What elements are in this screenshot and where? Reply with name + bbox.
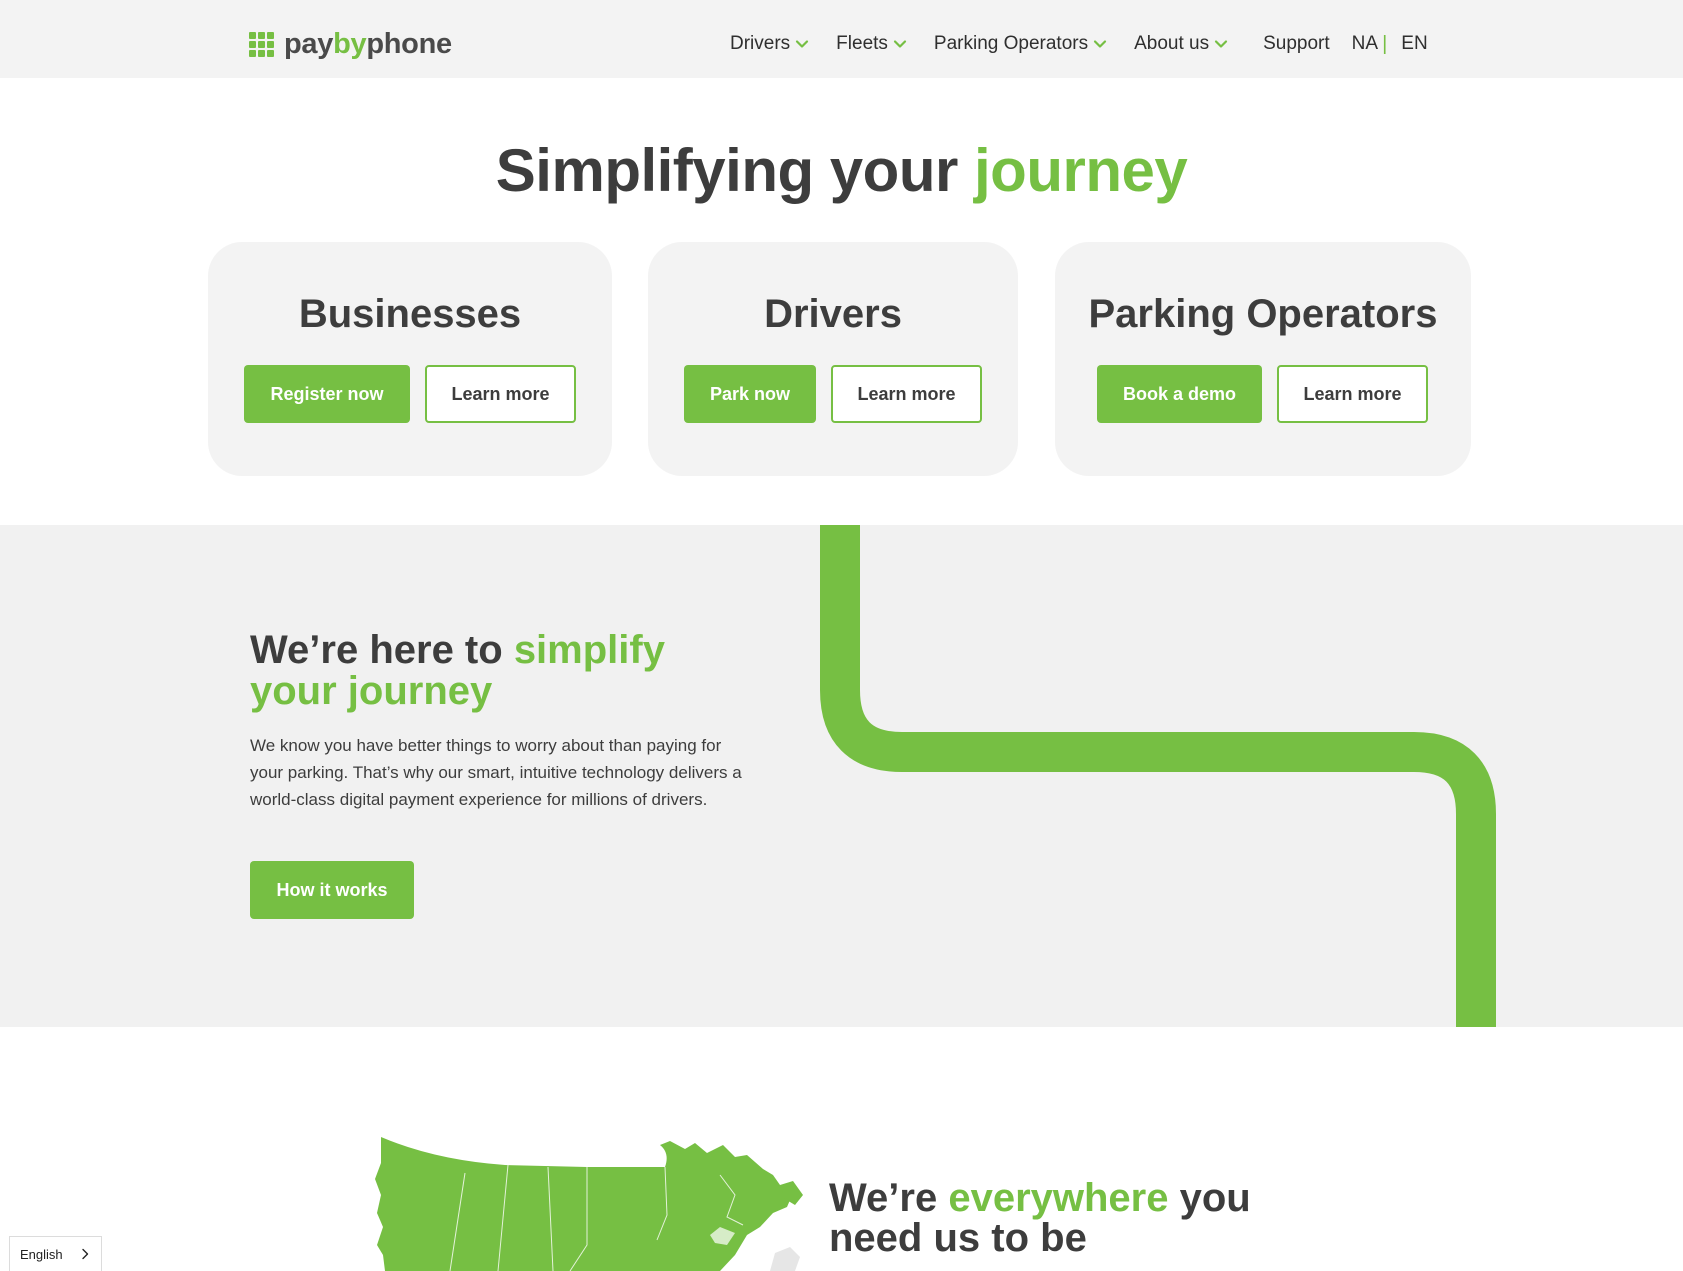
drivers-learn-more-button[interactable]: Learn more	[831, 365, 982, 423]
drivers-card: Drivers Park now Learn more	[648, 242, 1018, 476]
card-title: Businesses	[298, 292, 522, 336]
nav-item-support[interactable]: Support	[1263, 33, 1330, 55]
nav-item-label: Fleets	[836, 33, 888, 54]
how-it-works-button[interactable]: How it works	[250, 861, 414, 919]
park-now-button[interactable]: Park now	[684, 365, 816, 423]
card-title: Parking Operators	[1088, 292, 1438, 336]
hero-title-main: Simplifying your	[495, 137, 959, 204]
nav-item-label: About us	[1134, 33, 1210, 54]
nav-item-about-us[interactable]: About us	[1134, 33, 1228, 55]
nav-item-drivers[interactable]: Drivers	[730, 33, 809, 55]
book-a-demo-button[interactable]: Book a demo	[1097, 365, 1262, 423]
everywhere-title-highlight: everywhere	[948, 1176, 1169, 1220]
businesses-learn-more-button[interactable]: Learn more	[425, 365, 576, 423]
card-title: Drivers	[764, 292, 902, 336]
simplify-title: We’re here to simplify your journey	[250, 630, 730, 712]
chevron-down-icon	[796, 40, 809, 48]
nav-item-fleets[interactable]: Fleets	[836, 33, 907, 55]
hero-title: Simplifying your journey	[0, 136, 1683, 205]
nav-item-parking-operators[interactable]: Parking Operators	[934, 33, 1107, 55]
nav-item-label: Drivers	[730, 33, 791, 54]
businesses-card: Businesses Register now Learn more	[208, 242, 612, 476]
chevron-down-icon	[1094, 40, 1107, 48]
paybyphone-logo[interactable]: paybyphone	[249, 24, 452, 64]
region-label: NA	[1351, 33, 1379, 54]
everywhere-title: We’re everywhere you need us to be	[829, 1178, 1309, 1258]
register-now-button[interactable]: Register now	[244, 365, 410, 423]
chevron-down-icon	[893, 40, 907, 48]
top-navigation: paybyphone Drivers Fleets Parking Operat…	[0, 0, 1683, 78]
chevron-right-icon	[81, 1248, 88, 1260]
canada-map-illustration	[375, 1137, 803, 1271]
region-separator: |	[1382, 32, 1388, 55]
parking-operators-card: Parking Operators Book a demo Learn more	[1055, 242, 1471, 476]
simplify-title-main: We’re here to	[250, 628, 503, 672]
nav-item-label: Parking Operators	[933, 33, 1089, 54]
hero-title-highlight: journey	[974, 137, 1188, 204]
chevron-down-icon	[1215, 40, 1228, 48]
everywhere-title-pre: We’re	[829, 1176, 938, 1220]
simplify-section: We’re here to simplify your journey We k…	[0, 525, 1683, 1027]
language-selector[interactable]: EN	[1401, 33, 1427, 55]
main-menu: Drivers Fleets Parking Operators About u…	[730, 30, 1428, 58]
simplify-body: We know you have better things to worry …	[250, 736, 742, 809]
operators-learn-more-button[interactable]: Learn more	[1277, 365, 1428, 423]
region-selector[interactable]: NA |	[1352, 33, 1388, 56]
logo-wordmark: paybyphone	[284, 27, 452, 60]
language-widget[interactable]: English	[9, 1236, 102, 1271]
language-widget-label: English	[20, 1246, 63, 1262]
keypad-grid-icon	[249, 31, 274, 57]
